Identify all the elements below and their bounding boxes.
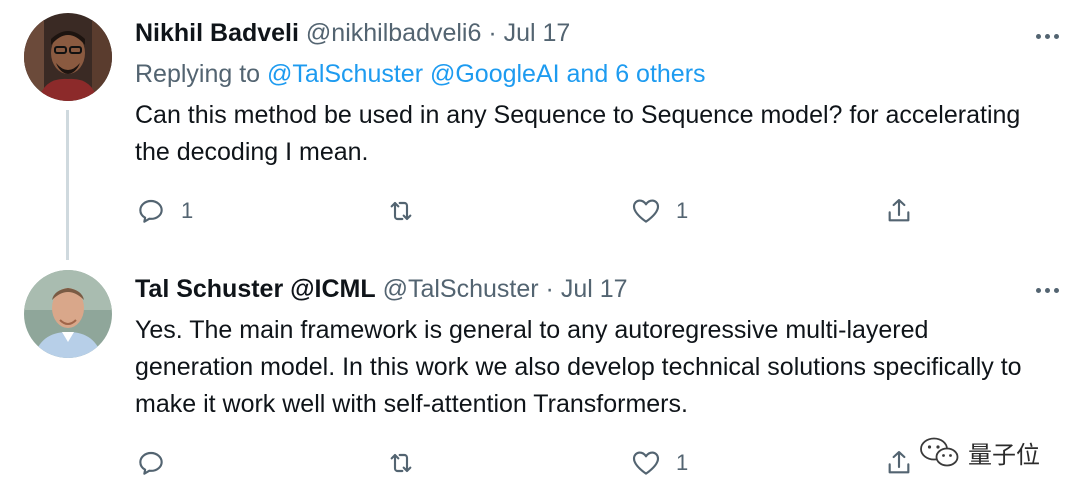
like-count: 1 — [676, 450, 689, 475]
separator-dot: · — [488, 19, 497, 47]
tweet-date[interactable]: Jul 17 — [504, 19, 571, 47]
reply-count: 1 — [181, 198, 194, 223]
more-options-icon[interactable] — [1032, 280, 1062, 300]
tweet[interactable]: Nikhil Badveli @nikhilbadveli6 · Jul 17 … — [0, 0, 1080, 255]
replying-to: Replying to @TalSchuster @GoogleAI and 6… — [135, 58, 706, 90]
retweet-button[interactable] — [385, 446, 431, 480]
tweet-text: Can this method be used in any Sequence … — [135, 101, 1021, 166]
tweet-actions: 1 1 — [135, 194, 935, 228]
like-button[interactable]: 1 — [630, 446, 688, 480]
tweet-text: Yes. The main framework is general to an… — [135, 316, 1022, 418]
display-name[interactable]: Nikhil Badveli — [135, 19, 299, 47]
heart-icon — [632, 451, 660, 475]
tweet-date[interactable]: Jul 17 — [561, 275, 628, 303]
display-name[interactable]: Tal Schuster @ICML — [135, 275, 376, 303]
reply-icon — [139, 199, 163, 223]
like-button[interactable]: 1 — [630, 194, 688, 228]
tweet-header: Tal Schuster @ICML @TalSchuster · Jul 17 — [135, 273, 628, 305]
reply-icon — [139, 451, 163, 475]
avatar[interactable] — [24, 270, 112, 358]
heart-icon — [632, 199, 660, 223]
retweet-button[interactable] — [385, 194, 431, 228]
tweet-actions: 1 — [135, 446, 935, 480]
share-button[interactable] — [883, 446, 915, 480]
user-handle[interactable]: @nikhilbadveli6 — [306, 19, 481, 47]
separator-dot: · — [545, 275, 554, 303]
more-options-icon[interactable] — [1032, 26, 1062, 46]
reply-button[interactable] — [135, 446, 181, 480]
reply-button[interactable]: 1 — [135, 194, 193, 228]
share-icon — [888, 199, 910, 222]
share-button[interactable] — [883, 194, 915, 228]
user-handle[interactable]: @TalSchuster — [383, 275, 539, 303]
tweet-header: Nikhil Badveli @nikhilbadveli6 · Jul 17 — [135, 17, 570, 49]
avatar[interactable] — [24, 13, 112, 101]
watermark: 量子位 — [918, 432, 1040, 472]
reply-mentions-link[interactable]: @TalSchuster @GoogleAI and 6 others — [267, 60, 706, 88]
like-count: 1 — [676, 198, 689, 223]
share-icon — [888, 451, 910, 474]
replying-to-label: Replying to — [135, 60, 261, 88]
wechat-icon — [920, 437, 959, 467]
watermark-text: 量子位 — [968, 441, 1040, 469]
retweet-icon — [390, 201, 412, 221]
retweet-icon — [390, 453, 412, 473]
